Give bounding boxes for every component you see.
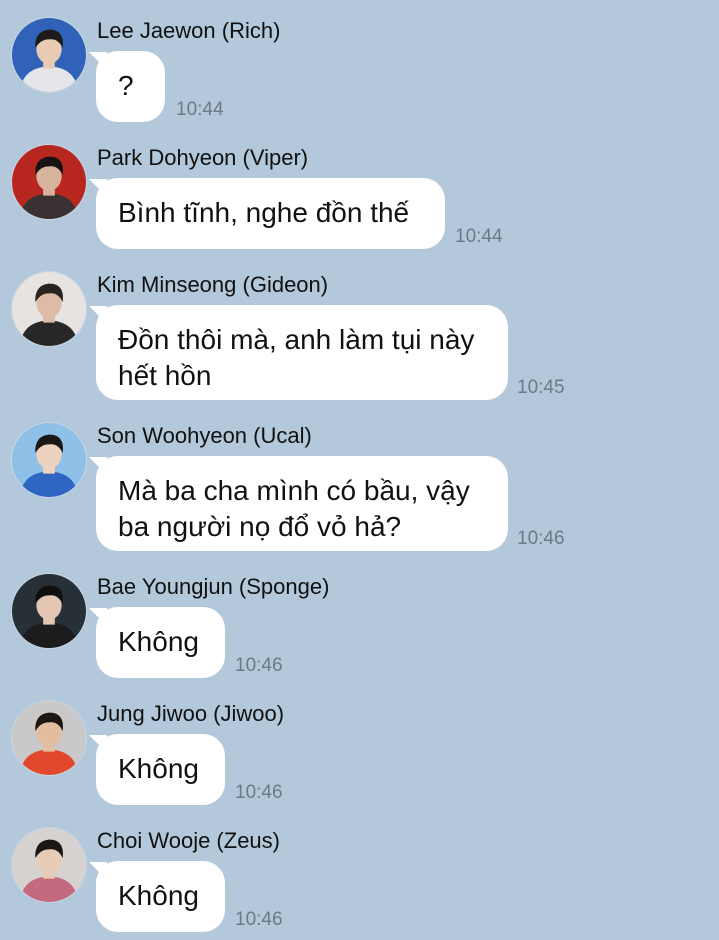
sender-name: Bae Youngjun (Sponge)	[97, 574, 330, 599]
sender-name: Choi Wooje (Zeus)	[97, 828, 280, 853]
sender-name: Jung Jiwoo (Jiwoo)	[97, 701, 285, 726]
message-text: Mà ba cha mình có bầu, vậy ba người nọ đ…	[118, 475, 470, 542]
sender-name: Kim Minseong (Gideon)	[97, 272, 329, 297]
message-timestamp: 10:44	[176, 99, 224, 120]
message-timestamp: 10:44	[455, 226, 503, 247]
message-bubble[interactable]: Không	[89, 861, 225, 932]
avatar-photo-icon	[12, 145, 86, 219]
avatar-photo-icon	[12, 828, 86, 902]
message-timestamp: 10:45	[517, 377, 565, 398]
avatar[interactable]	[11, 422, 87, 498]
message-text: ?	[118, 70, 134, 101]
message-bubble[interactable]: Mà ba cha mình có bầu, vậy ba người nọ đ…	[89, 456, 508, 551]
message-timestamp: 10:46	[517, 528, 565, 549]
message-timestamp: 10:46	[235, 655, 283, 676]
message-text: Bình tĩnh, nghe đồn thế	[118, 197, 410, 228]
message-bubble[interactable]: Không	[89, 607, 225, 678]
chat-message-list[interactable]: Lee Jaewon (Rich) ? 10:44 Park Dohyeon (…	[0, 0, 719, 940]
avatar[interactable]	[11, 700, 87, 776]
message-bubble[interactable]: Đồn thôi mà, anh làm tụi này hết hồn	[89, 305, 508, 400]
message-bubble[interactable]: Bình tĩnh, nghe đồn thế	[89, 178, 445, 249]
avatar[interactable]	[11, 271, 87, 347]
message-text: Không	[118, 880, 199, 911]
message-text: Không	[118, 626, 199, 657]
message-bubble[interactable]: ?	[89, 51, 165, 122]
avatar-photo-icon	[12, 574, 86, 648]
message-timestamp: 10:46	[235, 782, 283, 803]
avatar-photo-icon	[12, 423, 86, 497]
message-bubble[interactable]: Không	[89, 734, 225, 805]
sender-name: Son Woohyeon (Ucal)	[97, 423, 312, 448]
message-timestamp: 10:46	[235, 909, 283, 930]
avatar[interactable]	[11, 144, 87, 220]
message-text: Không	[118, 753, 199, 784]
avatar[interactable]	[11, 827, 87, 903]
sender-name: Park Dohyeon (Viper)	[97, 145, 309, 170]
avatar-photo-icon	[12, 18, 86, 92]
message-text: Đồn thôi mà, anh làm tụi này hết hồn	[118, 324, 475, 391]
avatar-photo-icon	[12, 272, 86, 346]
sender-name: Lee Jaewon (Rich)	[97, 18, 281, 43]
avatar[interactable]	[11, 573, 87, 649]
avatar[interactable]	[11, 17, 87, 93]
avatar-photo-icon	[12, 701, 86, 775]
